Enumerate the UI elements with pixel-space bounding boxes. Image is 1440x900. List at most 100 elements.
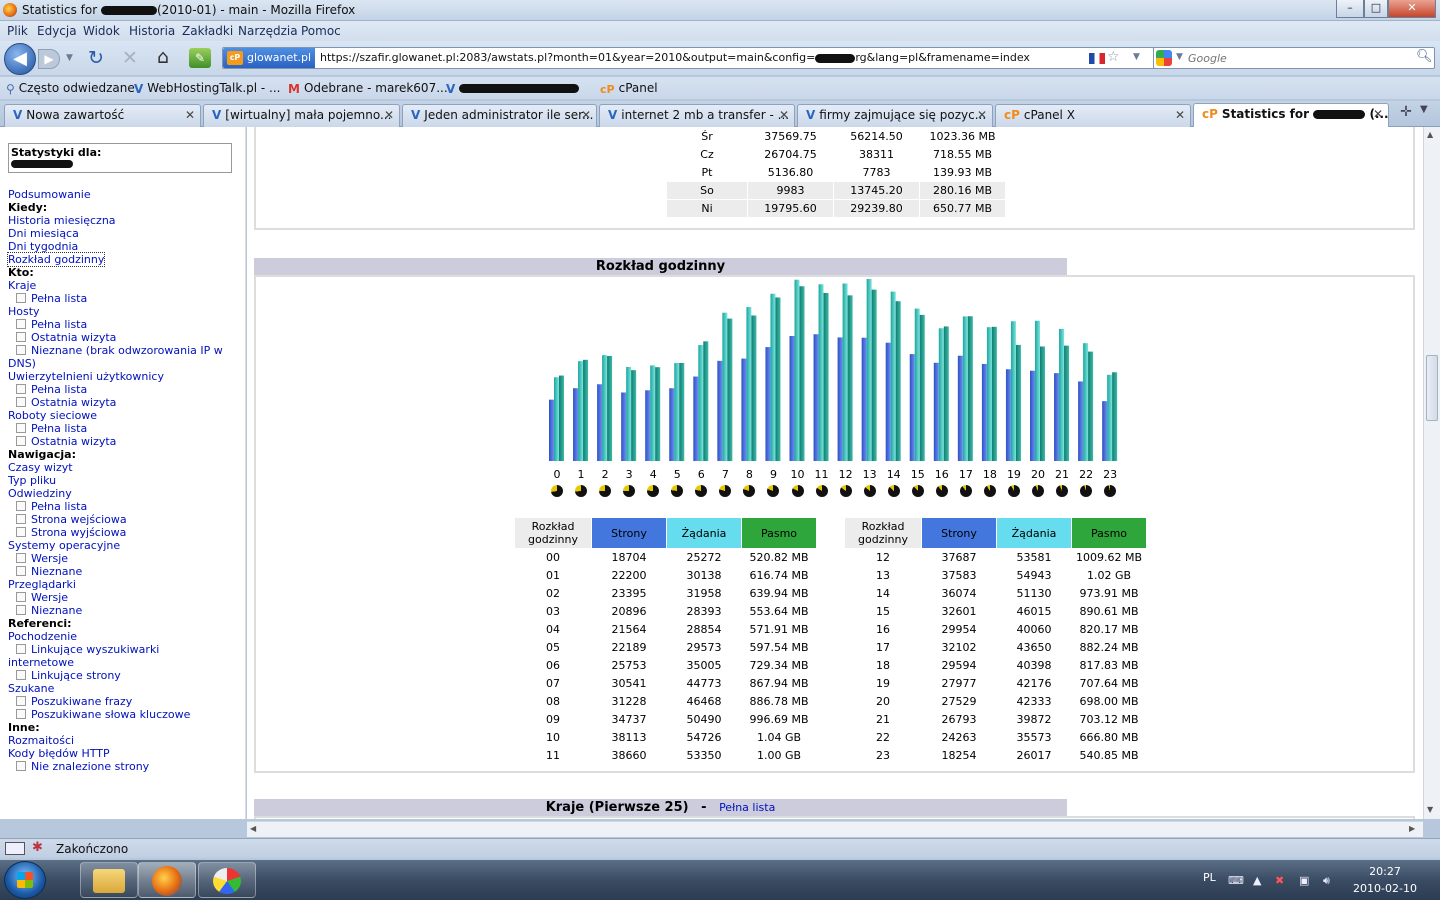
sidebar-item[interactable]: Nieznane (brak odwzorowania IP w: [16, 344, 223, 357]
bookmark-webhostingtalk[interactable]: V WebHostingTalk.pl - ...: [134, 81, 281, 96]
sidebar-item[interactable]: Strona wyjściowa: [16, 526, 126, 539]
bookmark-star-icon[interactable]: ☆: [1107, 49, 1120, 65]
addon-icon[interactable]: ✎: [189, 48, 211, 68]
sidebar-item[interactable]: Ostatnia wizyta: [16, 396, 116, 409]
taskbar-paint[interactable]: [198, 862, 256, 898]
sidebar-item[interactable]: Odwiedziny: [8, 487, 72, 500]
menu-narzedzia[interactable]: Narzędzia: [238, 24, 298, 38]
taskbar-explorer[interactable]: [80, 862, 138, 898]
tab-close-icon[interactable]: ✕: [977, 105, 987, 126]
taskbar-firefox[interactable]: [138, 862, 196, 898]
sidebar-item[interactable]: Wersje: [16, 552, 68, 565]
vertical-scrollbar[interactable]: ▲ ▼: [1423, 127, 1440, 819]
search-engine-dropdown-icon[interactable]: ▼: [1176, 52, 1183, 62]
search-bar[interactable]: ▼ 🔍︎: [1153, 47, 1435, 69]
horizontal-scrollbar[interactable]: ◀ ▶: [247, 821, 1423, 837]
tab-close-icon[interactable]: ✕: [185, 105, 195, 126]
scroll-up-icon[interactable]: ▲: [1427, 130, 1433, 139]
bookmark-czesto-odwiedzane[interactable]: ⚲ Często odwiedzane: [6, 81, 135, 96]
search-icon[interactable]: 🔍︎: [1416, 49, 1433, 64]
menu-plik[interactable]: Plik: [7, 24, 28, 38]
menu-historia[interactable]: Historia: [129, 24, 175, 38]
url-dropdown-icon[interactable]: ▼: [1133, 52, 1140, 62]
tab-close-icon[interactable]: ✕: [1175, 105, 1185, 126]
vertical-scroll-thumb[interactable]: [1426, 355, 1438, 421]
network-error-icon[interactable]: ✖: [1275, 874, 1284, 887]
sidebar-item[interactable]: Linkujące strony: [16, 669, 121, 682]
tab-nowa-zawartosc[interactable]: V Nowa zawartość ✕: [4, 104, 201, 127]
sidebar-item[interactable]: Hosty: [8, 305, 40, 318]
tray-expand-icon[interactable]: ▲: [1253, 874, 1261, 887]
bookmark-cpanel[interactable]: cP cPanel: [600, 81, 658, 96]
sidebar-item[interactable]: Pełna lista: [16, 422, 87, 435]
menu-widok[interactable]: Widok: [83, 24, 120, 38]
scroll-left-icon[interactable]: ◀: [250, 824, 256, 833]
bookmark-redacted[interactable]: V: [446, 81, 580, 96]
tab-close-icon[interactable]: ✕: [384, 105, 394, 126]
tab-firmy[interactable]: Vfirmy zajmujące się pozyc... ✕: [797, 104, 993, 127]
sidebar-item[interactable]: Ostatnia wizyta: [16, 435, 116, 448]
tab-list-icon[interactable]: ▼: [1420, 104, 1428, 115]
scroll-right-icon[interactable]: ▶: [1409, 824, 1415, 833]
sidebar-item[interactable]: Czasy wizyt: [8, 461, 73, 474]
close-button[interactable]: ✕: [1388, 0, 1436, 18]
scroll-down-icon[interactable]: ▼: [1427, 805, 1433, 814]
start-button[interactable]: [4, 861, 46, 899]
sidebar-item[interactable]: Nieznane: [16, 565, 82, 578]
sidebar-item[interactable]: Szukane: [8, 682, 54, 695]
sidebar-item[interactable]: Pełna lista: [16, 292, 87, 305]
menu-edycja[interactable]: Edycja: [37, 24, 77, 38]
sidebar-item[interactable]: internetowe: [8, 656, 74, 669]
sidebar-item[interactable]: Wersje: [16, 591, 68, 604]
sidebar-item[interactable]: Roboty sieciowe: [8, 409, 97, 422]
forward-button[interactable]: ▶: [38, 49, 60, 69]
tab-wirtualny[interactable]: V [wirtualny] mała pojemno... ✕: [203, 104, 400, 127]
keyboard-icon[interactable]: ⌨: [1228, 874, 1244, 887]
history-dropdown-icon[interactable]: ▼: [66, 53, 73, 63]
stop-icon[interactable]: ✕: [122, 47, 138, 69]
sidebar-item[interactable]: Kraje: [8, 279, 36, 292]
tab-cpanel-x[interactable]: cP cPanel X ✕: [995, 104, 1191, 127]
sidebar-item[interactable]: Rozmaitości: [8, 734, 74, 747]
sidebar-item[interactable]: Podsumowanie: [8, 188, 91, 201]
sidebar-item[interactable]: Poszukiwane słowa kluczowe: [16, 708, 190, 721]
menu-zakladki[interactable]: Zakładki: [182, 24, 233, 38]
sidebar-item[interactable]: Strona wejściowa: [16, 513, 127, 526]
bookmark-odebrane[interactable]: M Odebrane - marek607...: [288, 81, 448, 96]
maximize-button[interactable]: □: [1364, 0, 1388, 18]
tab-jeden-administrator[interactable]: V Jeden administrator ile ser... ✕: [402, 104, 597, 127]
sidebar-item[interactable]: Systemy operacyjne: [8, 539, 120, 552]
back-button[interactable]: ◀: [4, 43, 36, 75]
sidebar-item[interactable]: Nie znalezione strony: [16, 760, 149, 773]
tab-close-icon[interactable]: ✕: [581, 105, 591, 126]
site-identity-button[interactable]: cP glowanet.pl: [223, 48, 315, 68]
tab-statistics[interactable]: cP Statistics for (... ✕: [1193, 103, 1389, 128]
sidebar-item[interactable]: DNS): [8, 357, 36, 370]
sidebar-item[interactable]: Kody błędów HTTP: [8, 747, 110, 760]
sidebar-item[interactable]: Pełna lista: [16, 383, 87, 396]
sidebar-item[interactable]: Typ pliku: [8, 474, 56, 487]
sidebar-item[interactable]: Poszukiwane frazy: [16, 695, 132, 708]
sidebar-item[interactable]: Historia miesięczna: [8, 214, 116, 227]
tray-language[interactable]: PL: [1203, 871, 1216, 884]
new-tab-icon[interactable]: ✛: [1396, 104, 1416, 124]
sidebar-item[interactable]: Pełna lista: [16, 318, 87, 331]
sidebar-item[interactable]: Pochodzenie: [8, 630, 77, 643]
sidebar-item[interactable]: Przeglądarki: [8, 578, 76, 591]
sidebar-toggle-icon[interactable]: [5, 842, 25, 855]
sidebar-item[interactable]: Linkujące wyszukiwarki: [16, 643, 159, 656]
url-bar[interactable]: cP glowanet.pl https://szafir.glowanet.p…: [222, 47, 1312, 69]
reload-icon[interactable]: ↻: [88, 47, 104, 69]
url-text[interactable]: https://szafir.glowanet.pl:2083/awstats.…: [320, 51, 1030, 64]
sidebar-item[interactable]: Nieznane: [16, 604, 82, 617]
tab-close-icon[interactable]: ✕: [1373, 104, 1383, 125]
countries-full-list-link[interactable]: Pełna lista: [719, 801, 775, 814]
search-input[interactable]: [1188, 50, 1408, 66]
sidebar-item[interactable]: Dni tygodnia: [8, 240, 78, 253]
minimize-button[interactable]: –: [1336, 0, 1364, 18]
clock-date[interactable]: 2010-02-10: [1352, 882, 1418, 895]
home-icon[interactable]: ⌂: [157, 46, 169, 68]
sidebar-item[interactable]: Ostatnia wizyta: [16, 331, 116, 344]
sidebar-item[interactable]: Pełna lista: [16, 500, 87, 513]
display-icon[interactable]: ▣: [1299, 874, 1309, 887]
